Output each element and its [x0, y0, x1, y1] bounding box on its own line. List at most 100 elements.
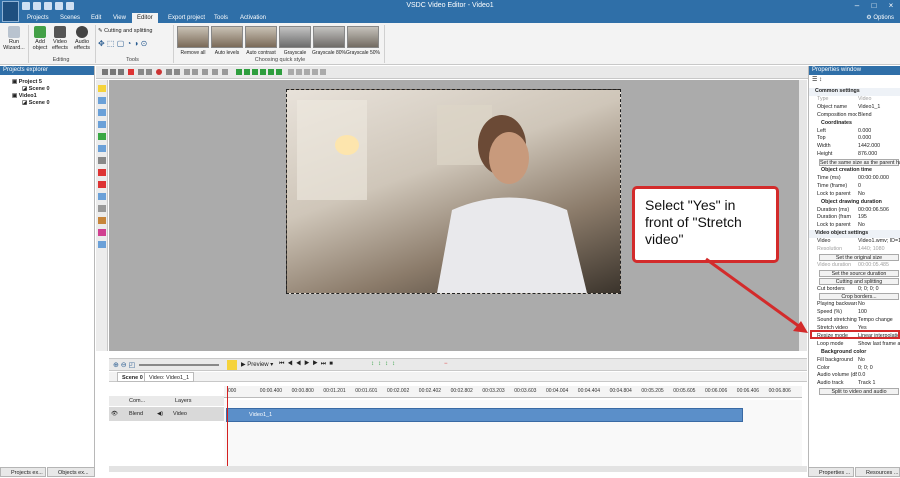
- property-value[interactable]: 0.000: [858, 128, 900, 136]
- timeline-scrollbar[interactable]: [109, 466, 807, 472]
- property-value[interactable]: No: [858, 357, 900, 365]
- layout-icon[interactable]: [212, 69, 218, 75]
- property-row[interactable]: Audio volume (dB) 0.0: [809, 372, 900, 380]
- property-row[interactable]: Loop mode Show last frame at: [809, 341, 900, 349]
- image-icon[interactable]: [98, 169, 106, 176]
- grid-icon[interactable]: [304, 69, 310, 75]
- property-row[interactable]: Width 1442.000: [809, 143, 900, 151]
- stop-icon[interactable]: [156, 69, 162, 75]
- property-row[interactable]: Cut borders 0; 0; 0; 0: [809, 286, 900, 294]
- property-row[interactable]: Color 0; 0; 0: [809, 365, 900, 373]
- property-value[interactable]: No: [858, 191, 900, 199]
- options-button[interactable]: ⚙ Options: [866, 14, 894, 21]
- cutting-splitting-button[interactable]: ✎ Cutting and splitting: [98, 28, 168, 34]
- video-object-frame[interactable]: [286, 89, 621, 294]
- layout-icon[interactable]: [202, 69, 208, 75]
- property-value[interactable]: No: [858, 222, 900, 230]
- text-icon[interactable]: [98, 97, 106, 104]
- tab-properties[interactable]: Properties ...: [808, 467, 854, 477]
- property-row[interactable]: Video duration 00:00:05.485: [809, 262, 900, 270]
- tab-activation[interactable]: Activation: [235, 13, 271, 23]
- property-row[interactable]: Object name Video1_1: [809, 104, 900, 112]
- property-row[interactable]: Top 0.000: [809, 135, 900, 143]
- zoom-slider[interactable]: [139, 364, 219, 366]
- property-row[interactable]: Duration (fram 195: [809, 214, 900, 222]
- tab-scenes[interactable]: Scenes: [55, 13, 85, 23]
- property-value[interactable]: Show last frame at: [858, 341, 900, 349]
- align-icon[interactable]: [138, 69, 144, 75]
- sprite-icon[interactable]: [98, 157, 106, 164]
- delete-icon[interactable]: [128, 69, 134, 75]
- audio-effects-button[interactable]: Audio effects: [71, 26, 93, 51]
- property-value[interactable]: 0: [858, 183, 900, 191]
- layout-icon[interactable]: [192, 69, 198, 75]
- property-value[interactable]: Blend: [858, 112, 900, 120]
- preview-button[interactable]: ▶ Preview ▾: [241, 361, 273, 368]
- property-button[interactable]: Set the source duration: [809, 269, 900, 278]
- speaker-icon[interactable]: ◀): [157, 407, 163, 421]
- line-icon[interactable]: [98, 145, 106, 152]
- playback-controls[interactable]: ⏮◀◀▶▶⏭■: [279, 361, 336, 368]
- property-value[interactable]: Tempo change: [858, 317, 900, 325]
- arrow-up-icon[interactable]: [268, 69, 274, 75]
- grid-icon[interactable]: [312, 69, 318, 75]
- property-value[interactable]: 876.000: [858, 151, 900, 159]
- rectangle-icon[interactable]: [98, 109, 106, 116]
- grid-icon[interactable]: [296, 69, 302, 75]
- tree-item-scene[interactable]: ◪ Scene 0: [22, 86, 50, 92]
- align-icon[interactable]: [146, 69, 152, 75]
- style-remove-all-thumbnail[interactable]: [177, 26, 209, 48]
- property-row[interactable]: Resolution 1440; 1080: [809, 246, 900, 254]
- video-clip[interactable]: Video1_1: [226, 408, 743, 422]
- property-button-label[interactable]: Cutting and splitting: [819, 277, 899, 285]
- style-grayscale-50-thumbnail[interactable]: [347, 26, 379, 48]
- animation-icon[interactable]: [98, 241, 106, 248]
- app-logo[interactable]: [2, 1, 19, 22]
- property-button-label[interactable]: Set the original size: [819, 253, 899, 261]
- audio-icon[interactable]: [98, 193, 106, 200]
- property-button[interactable]: Split to video and audio: [809, 388, 900, 396]
- shape-icon[interactable]: [98, 133, 106, 140]
- property-button-label[interactable]: Set the same size as the parent has: [819, 159, 900, 167]
- tab-video-object[interactable]: Video: Video1_1: [144, 372, 195, 382]
- property-row[interactable]: Composition mode Blend: [809, 112, 900, 120]
- tree-item-scene[interactable]: ◪ Scene 0: [22, 100, 50, 106]
- property-row[interactable]: Speed (%) 100: [809, 309, 900, 317]
- property-button[interactable]: Set the original size: [809, 253, 900, 262]
- property-value[interactable]: Video1.wmv; ID=1: [858, 238, 900, 246]
- property-row[interactable]: Audio track Track 1: [809, 380, 900, 388]
- arrow-down-icon[interactable]: [260, 69, 266, 75]
- cut-icon[interactable]: [102, 69, 108, 75]
- subtitle-icon[interactable]: [98, 205, 106, 212]
- track-row[interactable]: 👁 Blend ◀) Video: [109, 407, 224, 421]
- property-row[interactable]: Time (frame) 0: [809, 183, 900, 191]
- property-row[interactable]: Sound stretching Tempo change: [809, 317, 900, 325]
- property-button-label[interactable]: Split to video and audio: [819, 388, 899, 396]
- redo-icon[interactable]: [174, 69, 180, 75]
- style-auto-contrast-thumbnail[interactable]: [245, 26, 277, 48]
- arrow-down-icon[interactable]: [244, 69, 250, 75]
- arrow-down-icon[interactable]: [276, 69, 282, 75]
- tab-objects-explorer[interactable]: Objects ex...: [47, 467, 95, 477]
- sort-icons[interactable]: ☰ ↕: [812, 76, 822, 83]
- property-row[interactable]: Time (ms) 00:00:00.000: [809, 175, 900, 183]
- minimize-button[interactable]: –: [850, 1, 864, 11]
- property-value[interactable]: 00:00:00.000: [858, 175, 900, 183]
- property-button-label[interactable]: Crop borders...: [819, 293, 899, 301]
- property-value[interactable]: 100: [858, 309, 900, 317]
- tools-icon-row[interactable]: ✥ ⬚ ▢ ◔ ◑ ⊙: [98, 40, 173, 48]
- grid-icon[interactable]: [320, 69, 326, 75]
- property-row[interactable]: Video Video1.wmv; ID=1: [809, 238, 900, 246]
- property-value[interactable]: 0; 0; 0: [858, 365, 900, 373]
- arrow-up-icon[interactable]: [236, 69, 242, 75]
- property-row[interactable]: Height 876.000: [809, 151, 900, 159]
- maximize-button[interactable]: □: [867, 1, 881, 11]
- ellipse-icon[interactable]: [98, 121, 106, 128]
- tree-item-project[interactable]: ▣ Video1: [12, 93, 37, 99]
- property-row[interactable]: Duration (ms) 00:00:06.506: [809, 207, 900, 215]
- playhead[interactable]: [227, 386, 228, 466]
- style-grayscale-thumbnail[interactable]: [279, 26, 311, 48]
- property-value[interactable]: Video1_1: [858, 104, 900, 112]
- property-value[interactable]: Track 1: [858, 380, 900, 388]
- blend-mode[interactable]: Blend: [129, 407, 143, 421]
